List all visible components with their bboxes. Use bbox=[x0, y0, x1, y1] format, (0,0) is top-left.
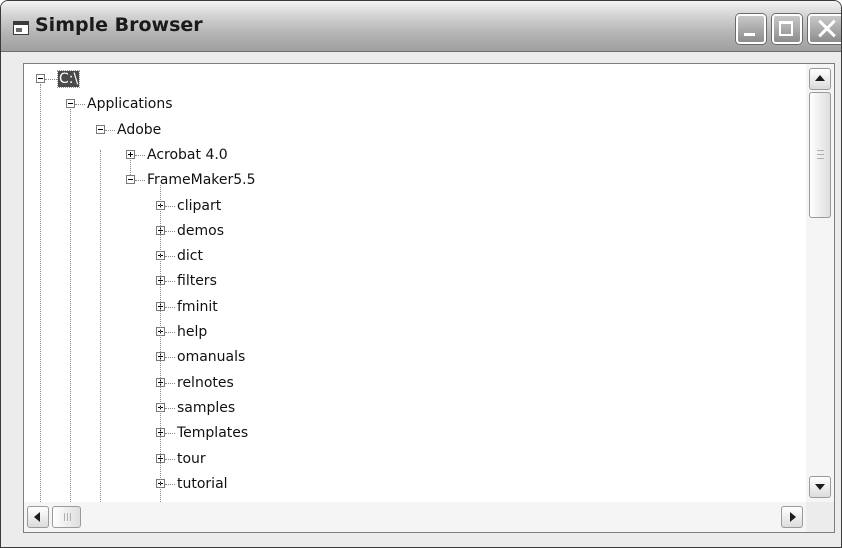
tree-connector-line bbox=[165, 332, 175, 333]
tree-connector-line bbox=[165, 281, 175, 283]
thumb-grip-line bbox=[70, 513, 72, 521]
tree-expander-collapse[interactable] bbox=[126, 175, 135, 185]
tree-node-label: omanuals bbox=[177, 349, 246, 366]
thumb-grip-line bbox=[817, 157, 824, 159]
tree-connector-line bbox=[165, 357, 175, 359]
tree-node-label: Adobe bbox=[117, 121, 162, 138]
tree-connector-line bbox=[165, 306, 175, 308]
tree-connector-line bbox=[165, 483, 175, 485]
tree-node[interactable]: help bbox=[176, 322, 208, 342]
tree-area[interactable]: C:\ Applications Adobe Acrobat 4.0 FrameMak… bbox=[24, 64, 806, 502]
tree-guide-line bbox=[100, 149, 101, 502]
tree-node-label: tour bbox=[177, 450, 206, 467]
thumb-grip-line bbox=[817, 150, 824, 152]
horizontal-scroll-thumb[interactable] bbox=[52, 506, 82, 528]
tree-node-label: C:\ bbox=[56, 70, 81, 88]
tree-node-label: Templates bbox=[177, 425, 249, 442]
tree-connector-line bbox=[135, 180, 145, 182]
tree-node-label: samples bbox=[177, 399, 236, 416]
scroll-down-button[interactable] bbox=[809, 476, 831, 498]
tree-node[interactable]: demos bbox=[176, 221, 225, 241]
tree-node[interactable]: filters bbox=[176, 271, 218, 291]
tree-expander-collapse[interactable] bbox=[66, 99, 75, 109]
tree-connector-line bbox=[75, 104, 85, 106]
tree-guide-line bbox=[160, 185, 161, 502]
tree-node-label: dict bbox=[177, 248, 203, 265]
client-area: C:\ Applications Adobe Acrobat 4.0 FrameMak… bbox=[1, 52, 841, 547]
thumb-grip-line bbox=[817, 153, 824, 155]
tree-node[interactable]: relnotes bbox=[176, 373, 235, 393]
tree-guide-line bbox=[40, 84, 41, 502]
vertical-scrollbar[interactable] bbox=[806, 64, 834, 502]
thumb-grip-line bbox=[67, 513, 69, 521]
tree-node[interactable]: dict bbox=[176, 246, 204, 266]
tree-node-label: demos bbox=[177, 222, 224, 239]
tree-expander-expand[interactable] bbox=[126, 149, 135, 159]
tree-connector-line bbox=[165, 382, 175, 384]
thumb-grip-line bbox=[63, 513, 65, 521]
tree-node[interactable]: Acrobat 4.0 bbox=[146, 145, 229, 165]
tree-guide-line bbox=[130, 159, 131, 176]
chevron-down-icon bbox=[815, 484, 825, 490]
close-button[interactable] bbox=[808, 14, 841, 44]
tree-node-label: clipart bbox=[177, 197, 222, 214]
minimize-button[interactable] bbox=[736, 14, 766, 44]
chevron-up-icon bbox=[815, 75, 825, 81]
horizontal-scrollbar[interactable] bbox=[24, 502, 806, 532]
scroll-up-button[interactable] bbox=[809, 68, 831, 90]
tree-connector-line bbox=[165, 230, 175, 232]
tree-node-label: tutorial bbox=[177, 475, 228, 492]
tree-node[interactable]: Templates bbox=[176, 423, 249, 443]
tree-node-label: fminit bbox=[177, 298, 218, 315]
tree-node[interactable]: Applications bbox=[86, 94, 174, 114]
window-title: Simple Browser bbox=[35, 14, 203, 36]
tree-node[interactable]: tour bbox=[176, 449, 207, 469]
tree-connector-line bbox=[165, 407, 175, 409]
chevron-left-icon bbox=[34, 512, 40, 522]
tree-node[interactable]: fminit bbox=[176, 297, 219, 317]
tree-node-label: filters bbox=[177, 273, 217, 290]
tree-connector-line bbox=[165, 458, 175, 460]
tree-node-label: relnotes bbox=[177, 374, 234, 391]
title-bar[interactable]: Simple Browser bbox=[1, 1, 841, 52]
scrollbar-corner bbox=[806, 502, 834, 532]
tree-connector-line bbox=[165, 433, 175, 435]
tree-node-label: Applications bbox=[87, 96, 173, 113]
scroll-right-button[interactable] bbox=[781, 506, 803, 528]
tree-connector-line bbox=[165, 205, 175, 207]
tree-node-label: FrameMaker5.5 bbox=[147, 172, 256, 189]
tree-node-root[interactable]: C:\ bbox=[56, 69, 81, 89]
app-window: Simple Browser C:\ Applications Adobe Acro… bbox=[0, 0, 842, 548]
tree-node[interactable]: samples bbox=[176, 398, 236, 418]
chevron-right-icon bbox=[790, 512, 796, 522]
tree-node[interactable]: FrameMaker5.5 bbox=[146, 170, 257, 190]
tree-expander-collapse[interactable] bbox=[96, 124, 105, 134]
tree-guide-line bbox=[70, 109, 71, 502]
app-window-icon[interactable] bbox=[13, 21, 29, 35]
tree-node-label: help bbox=[177, 324, 208, 340]
tree-node[interactable]: clipart bbox=[176, 196, 222, 216]
tree-connector-line bbox=[105, 129, 115, 131]
tree-connector-line bbox=[135, 154, 145, 156]
maximize-button[interactable] bbox=[772, 14, 802, 44]
folder-tree-view[interactable]: C:\ Applications Adobe Acrobat 4.0 FrameMak… bbox=[23, 63, 835, 533]
tree-node-label: Acrobat 4.0 bbox=[147, 146, 228, 163]
tree-connector-line bbox=[45, 79, 57, 80]
tree-connector-line bbox=[165, 256, 175, 258]
tree-expander-collapse[interactable] bbox=[36, 74, 45, 83]
vertical-scroll-thumb[interactable] bbox=[809, 92, 831, 219]
tree-node[interactable]: tutorial bbox=[176, 474, 229, 494]
tree-node[interactable]: omanuals bbox=[176, 347, 246, 367]
scroll-left-button[interactable] bbox=[27, 506, 49, 528]
tree-node[interactable]: Adobe bbox=[116, 120, 162, 140]
